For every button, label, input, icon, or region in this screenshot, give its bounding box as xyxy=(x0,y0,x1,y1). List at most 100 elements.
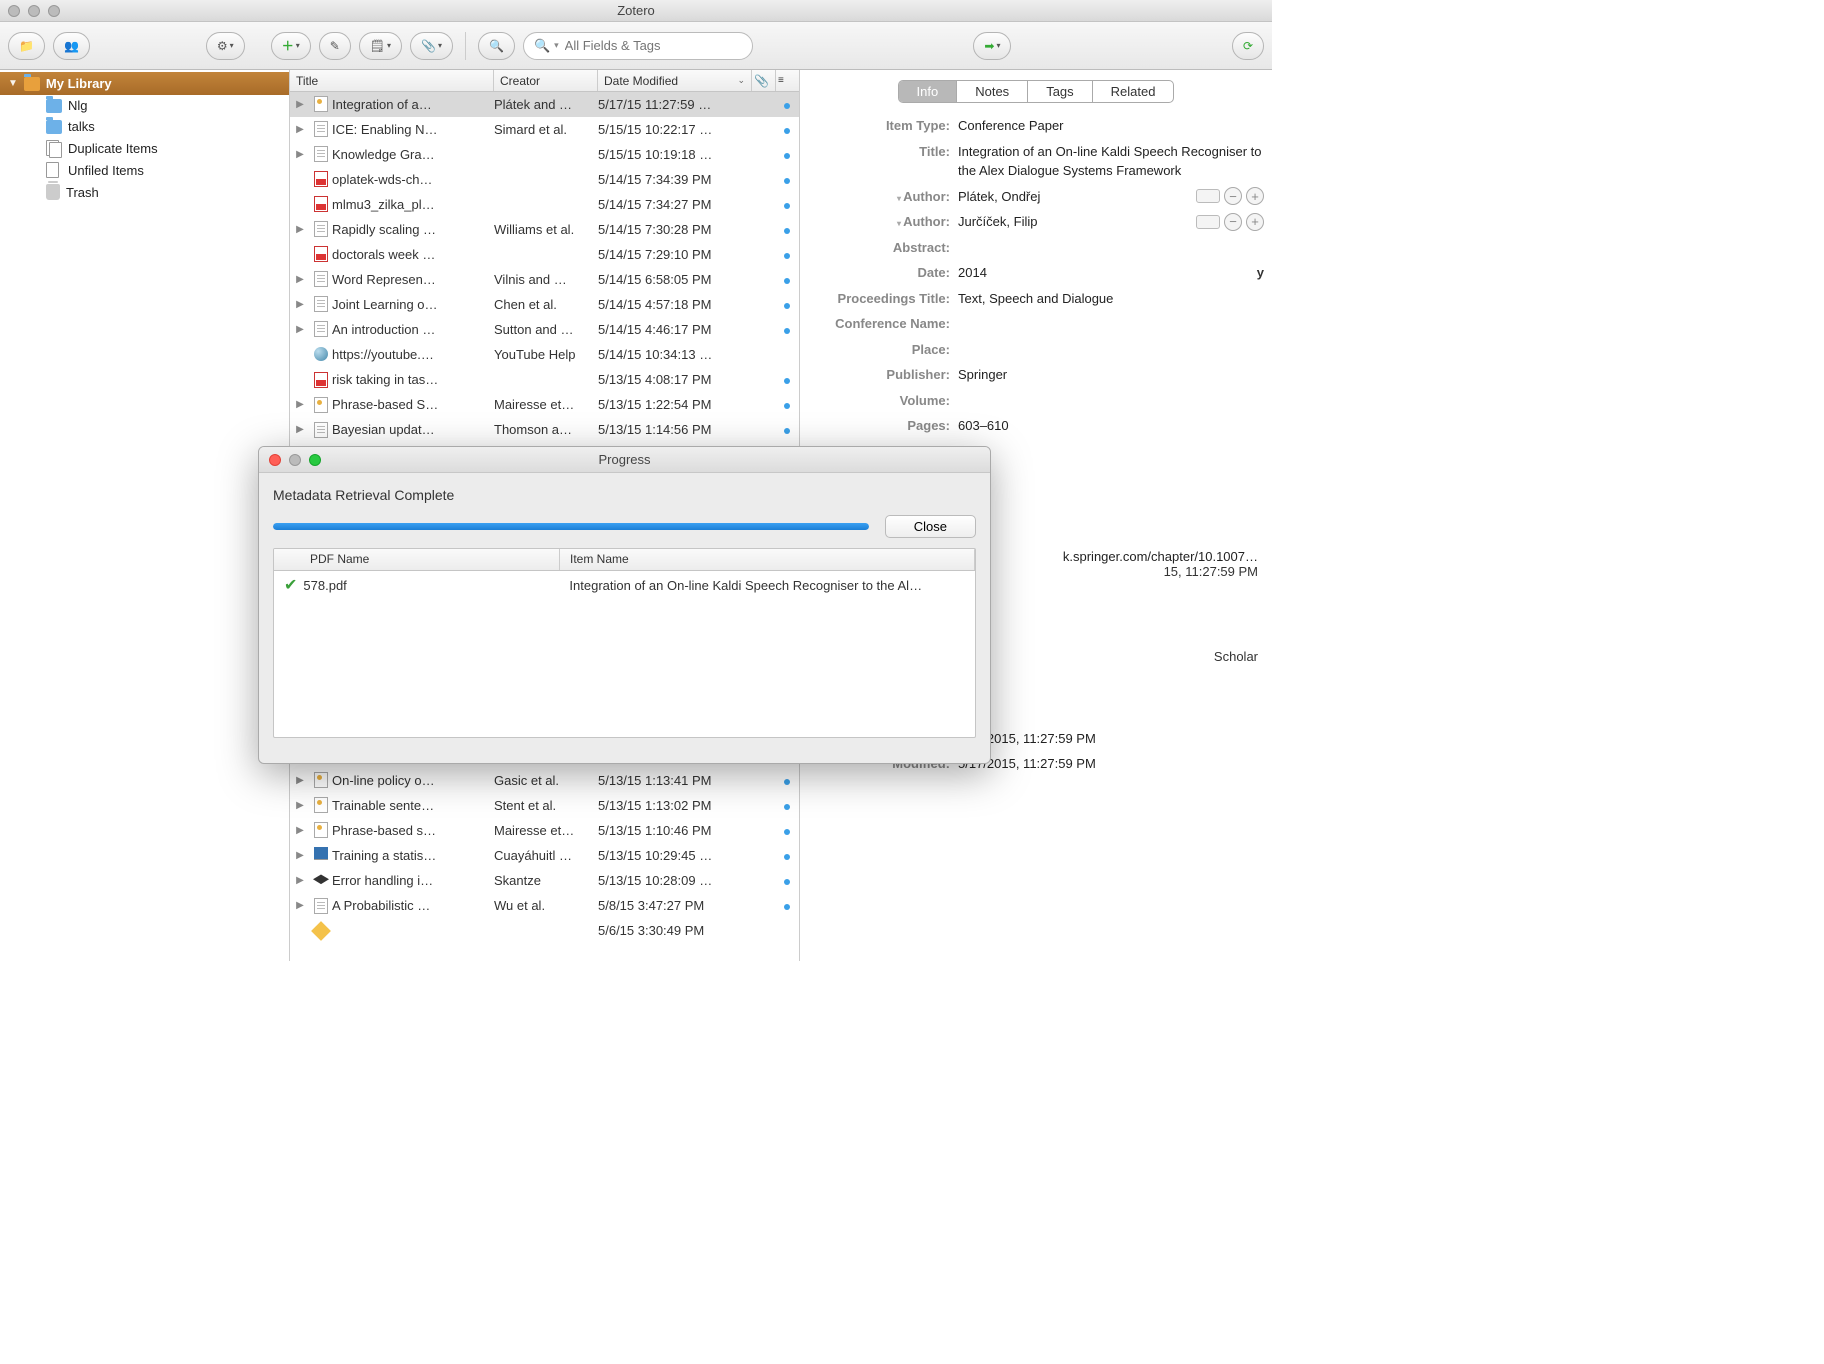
new-collection-button[interactable]: 📁 xyxy=(8,32,45,60)
col-has[interactable]: ≡ xyxy=(776,70,798,91)
sidebar-item-nlg[interactable]: Nlg xyxy=(0,95,289,116)
doc-icon xyxy=(310,898,332,914)
item-name: Integration of an On-line Kaldi Speech R… xyxy=(569,578,965,593)
expand-toggle[interactable]: ▶ xyxy=(290,99,310,110)
item-row[interactable]: 5/6/15 3:30:49 PM xyxy=(290,919,799,944)
search-mag-icon: 🔍 xyxy=(534,38,550,54)
swap-name-button[interactable] xyxy=(1196,215,1220,229)
progress-row[interactable]: ✔ 578.pdf Integration of an On-line Kald… xyxy=(274,571,975,599)
tab-info[interactable]: Info xyxy=(899,81,958,102)
item-row[interactable]: ▶Word Represen…Vilnis and …5/14/15 6:58:… xyxy=(290,267,799,292)
expand-toggle[interactable]: ▶ xyxy=(290,149,310,160)
expand-toggle[interactable]: ▶ xyxy=(290,224,310,235)
expand-toggle[interactable]: ▶ xyxy=(290,850,310,861)
progress-bar xyxy=(273,523,869,530)
add-author-button[interactable]: + xyxy=(1246,213,1264,231)
item-row[interactable]: ▶Trainable sente…Stent et al.5/13/15 1:1… xyxy=(290,793,799,818)
remove-author-button[interactable]: − xyxy=(1224,187,1242,205)
col-item-name[interactable]: Item Name xyxy=(560,549,975,570)
sidebar-item-duplicate[interactable]: Duplicate Items xyxy=(0,137,289,159)
item-creator: Mairesse et… xyxy=(494,397,598,412)
tab-notes[interactable]: Notes xyxy=(957,81,1028,102)
remove-author-button[interactable]: − xyxy=(1224,213,1242,231)
expand-toggle[interactable]: ▶ xyxy=(290,424,310,435)
expand-toggle[interactable]: ▶ xyxy=(290,399,310,410)
expand-toggle[interactable]: ▶ xyxy=(290,324,310,335)
col-creator[interactable]: Creator xyxy=(494,70,598,91)
item-row[interactable]: ▶Knowledge Gra…5/15/15 10:19:18 … xyxy=(290,142,799,167)
new-group-button[interactable]: 👥 xyxy=(53,32,90,60)
expand-toggle[interactable]: ▶ xyxy=(290,274,310,285)
actions-button[interactable]: ⚙︎▾ xyxy=(206,32,245,60)
dropdown-icon: ▾ xyxy=(897,219,901,228)
item-date: 5/14/15 7:34:27 PM xyxy=(598,197,752,212)
item-date: 5/13/15 10:28:09 … xyxy=(598,873,752,888)
item-has-dot xyxy=(776,798,798,813)
item-row[interactable]: ▶On-line policy o…Gasic et al.5/13/15 1:… xyxy=(290,768,799,793)
item-creator: Thomson a… xyxy=(494,422,598,437)
item-row[interactable]: https://youtube.…YouTube Help5/14/15 10:… xyxy=(290,342,799,367)
search-field-wrap[interactable]: 🔍 ▾ xyxy=(523,32,753,60)
close-button[interactable]: Close xyxy=(885,515,976,538)
swap-name-button[interactable] xyxy=(1196,189,1220,203)
dropdown-icon: ▾ xyxy=(897,194,901,203)
col-date[interactable]: Date Modified⌄ xyxy=(598,70,752,91)
search-icon: 🔍 xyxy=(489,39,504,53)
expand-toggle[interactable]: ▶ xyxy=(290,124,310,135)
item-creator: Simard et al. xyxy=(494,122,598,137)
expand-toggle[interactable]: ▶ xyxy=(290,775,310,786)
item-creator: Wu et al. xyxy=(494,898,598,913)
item-row[interactable]: ▶Error handling i…Skantze5/13/15 10:28:0… xyxy=(290,868,799,893)
item-title: Joint Learning o… xyxy=(332,297,494,312)
folder-plus-icon: 📁 xyxy=(19,39,34,53)
item-row[interactable]: ▶Rapidly scaling …Williams et al.5/14/15… xyxy=(290,217,799,242)
disclosure-icon: ▼ xyxy=(8,78,18,89)
item-row[interactable]: ▶ICE: Enabling N…Simard et al.5/15/15 10… xyxy=(290,117,799,142)
tab-related[interactable]: Related xyxy=(1093,81,1174,102)
item-row[interactable]: ▶Training a statis…Cuayáhuitl …5/13/15 1… xyxy=(290,843,799,868)
add-by-id-button[interactable]: ✎ xyxy=(319,32,351,60)
item-row[interactable]: ▶An introduction …Sutton and …5/14/15 4:… xyxy=(290,317,799,342)
expand-toggle[interactable]: ▶ xyxy=(290,900,310,911)
item-row[interactable]: mlmu3_zilka_pl…5/14/15 7:34:27 PM xyxy=(290,192,799,217)
col-attachment[interactable]: 📎 xyxy=(752,70,776,91)
item-title: Integration of a… xyxy=(332,97,494,112)
item-row[interactable]: ▶Phrase-based S…Mairesse et…5/13/15 1:22… xyxy=(290,393,799,418)
new-note-button[interactable]: 🗒▾ xyxy=(359,32,402,60)
expand-toggle[interactable]: ▶ xyxy=(290,875,310,886)
my-library-header[interactable]: ▼ My Library xyxy=(0,72,289,95)
item-row[interactable]: ▶A Probabilistic …Wu et al.5/8/15 3:47:2… xyxy=(290,894,799,919)
sidebar-item-talks[interactable]: talks xyxy=(0,116,289,137)
locate-button[interactable]: ➡▾ xyxy=(973,32,1011,60)
sidebar-item-label: talks xyxy=(68,119,95,134)
item-creator: Skantze xyxy=(494,873,598,888)
expand-toggle[interactable]: ▶ xyxy=(290,800,310,811)
sync-button[interactable]: ⟳ xyxy=(1232,32,1264,60)
item-title: A Probabilistic … xyxy=(332,898,494,913)
expand-toggle[interactable]: ▶ xyxy=(290,299,310,310)
new-item-button[interactable]: ＋▾ xyxy=(271,32,311,60)
item-row[interactable]: doctorals week …5/14/15 7:29:10 PM xyxy=(290,242,799,267)
search-dropdown-icon[interactable]: ▾ xyxy=(554,40,559,51)
sidebar-item-label: Nlg xyxy=(68,98,88,113)
item-has-dot xyxy=(776,147,798,162)
item-row[interactable]: risk taking in tas…5/13/15 4:08:17 PM xyxy=(290,368,799,393)
item-row[interactable]: ▶Phrase-based s…Mairesse et…5/13/15 1:10… xyxy=(290,818,799,843)
expand-toggle[interactable]: ▶ xyxy=(290,825,310,836)
item-row[interactable]: ▶Bayesian updat…Thomson a…5/13/15 1:14:5… xyxy=(290,418,799,443)
col-pdf-name[interactable]: PDF Name xyxy=(274,549,560,570)
sidebar-item-trash[interactable]: Trash xyxy=(0,181,289,203)
advanced-search-button[interactable]: 🔍 xyxy=(478,32,515,60)
item-row[interactable]: oplatek-wds-ch…5/14/15 7:34:39 PM xyxy=(290,167,799,192)
item-row[interactable]: ▶Integration of a…Plátek and …5/17/15 11… xyxy=(290,92,799,117)
search-input[interactable] xyxy=(565,38,742,53)
sidebar-item-unfiled[interactable]: Unfiled Items xyxy=(0,159,289,181)
add-author-button[interactable]: + xyxy=(1246,187,1264,205)
attachment-button[interactable]: 📎▾ xyxy=(410,32,453,60)
col-title[interactable]: Title xyxy=(290,70,494,91)
menu-icon: ≡ xyxy=(778,75,784,86)
tab-tags[interactable]: Tags xyxy=(1028,81,1092,102)
column-headers: Title Creator Date Modified⌄ 📎 ≡ xyxy=(290,70,799,92)
item-has-dot xyxy=(776,297,798,312)
item-row[interactable]: ▶Joint Learning o…Chen et al.5/14/15 4:5… xyxy=(290,292,799,317)
